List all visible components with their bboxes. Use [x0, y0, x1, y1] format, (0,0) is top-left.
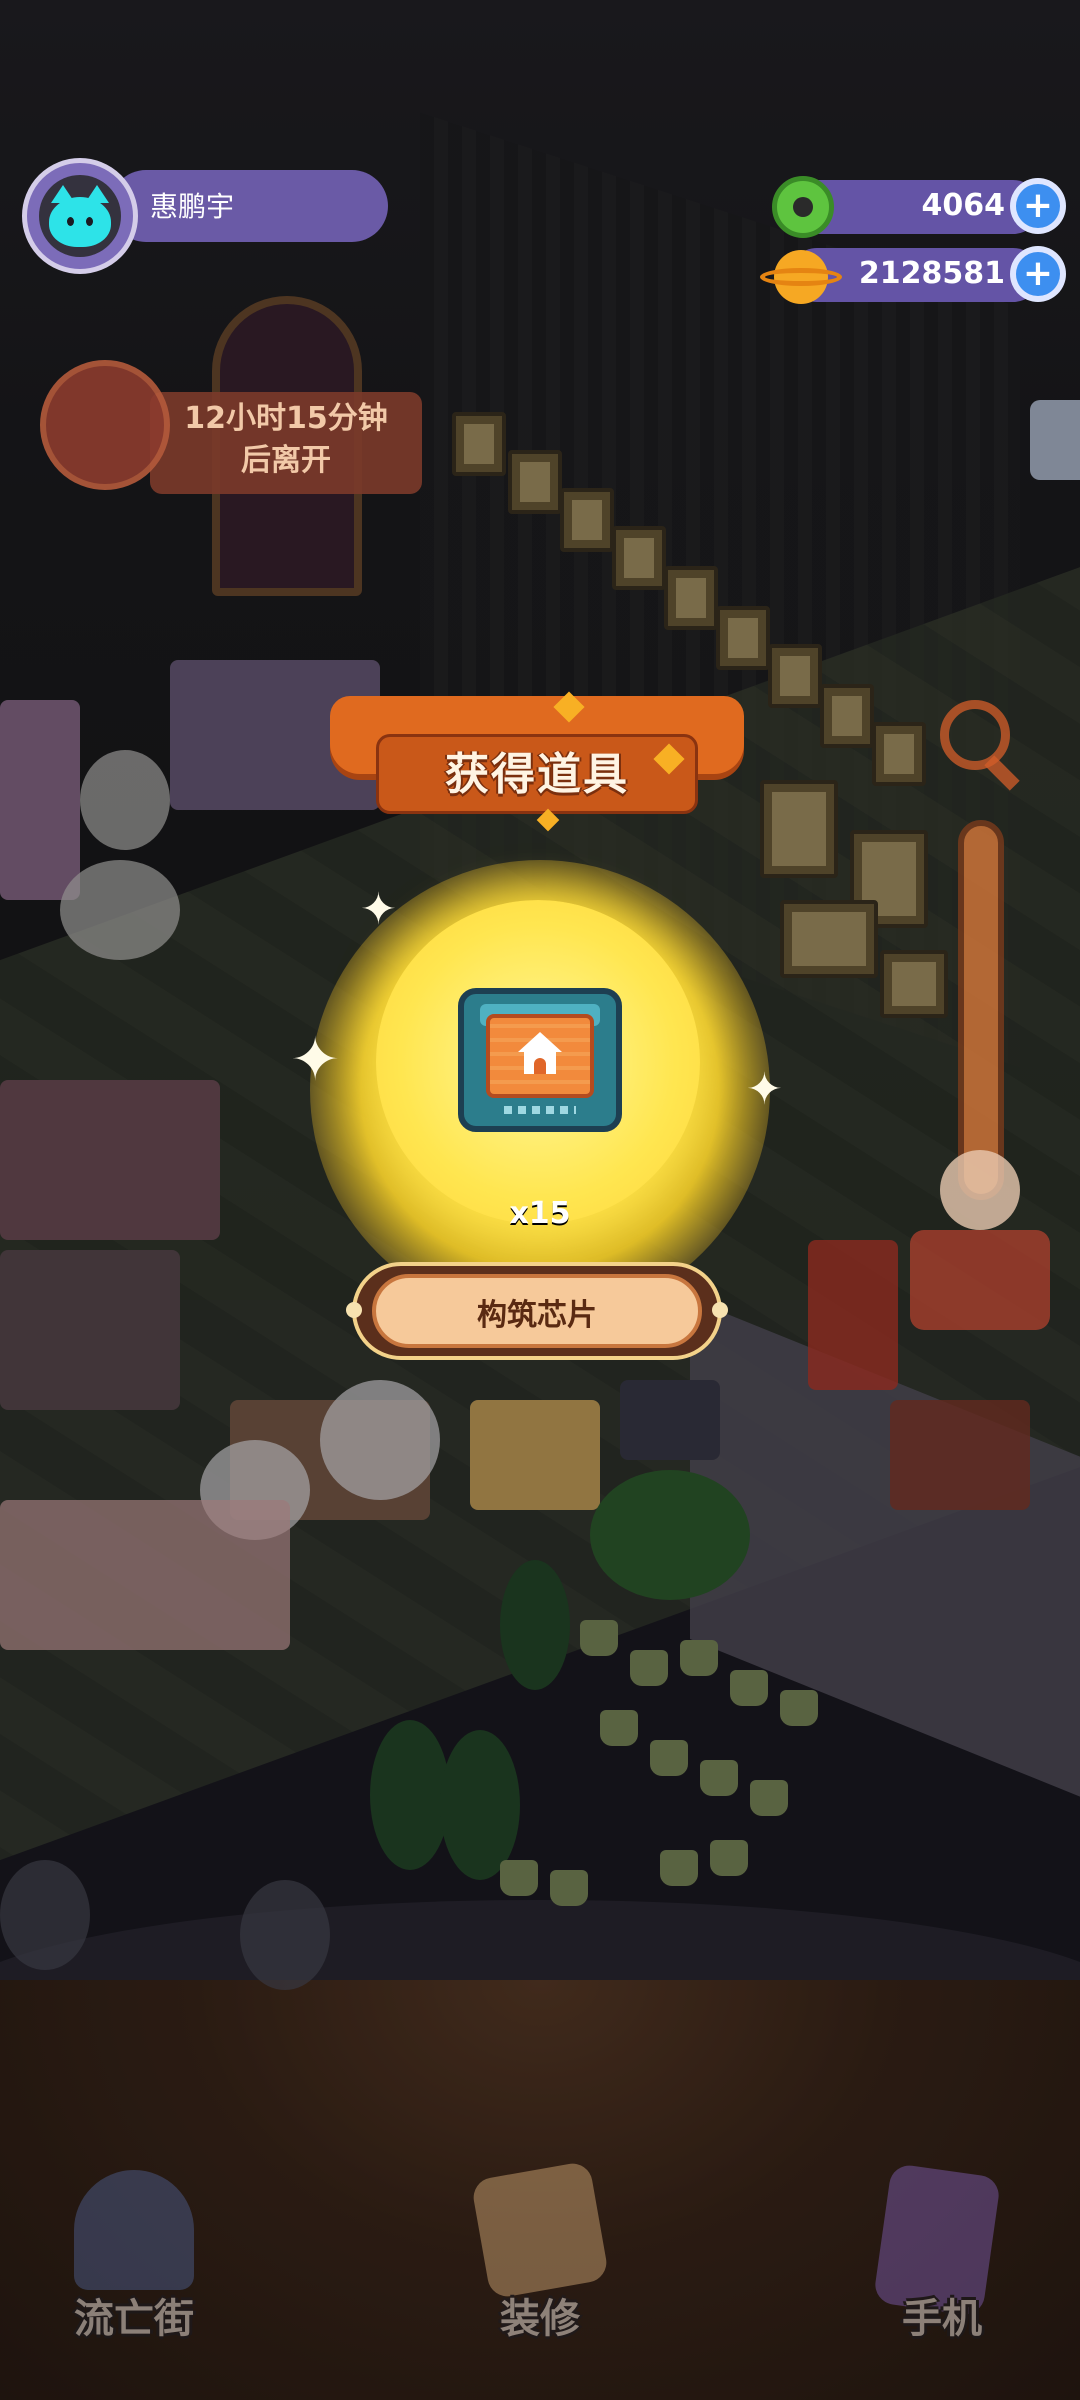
planet-ring [760, 268, 842, 286]
cat-eye [67, 217, 74, 226]
visitor-timer-text: 12小时15分钟 后离开 [150, 398, 422, 482]
nav-label: 装修 [500, 2296, 580, 2342]
zoom-slider[interactable] [958, 820, 1004, 1200]
search-icon[interactable] [940, 700, 1010, 770]
sparkle-icon: ✦ [290, 1025, 341, 1095]
nav-exile-street[interactable]: 流亡街 [34, 2170, 234, 2342]
add-donut-button[interactable]: + [1010, 178, 1066, 234]
add-planet-button[interactable]: + [1010, 246, 1066, 302]
sparkle-icon: ✦ [360, 884, 397, 935]
avatar-frame [39, 175, 121, 257]
street-portal-icon [74, 2170, 194, 2290]
nav-decorate[interactable]: 装修 [440, 2160, 640, 2342]
timer-line2: 后离开 [241, 443, 331, 478]
planet-currency-value: 2128581 [858, 256, 1005, 291]
donut-currency-value: 4064 [921, 188, 1006, 223]
nav-label: 手机 [902, 2296, 982, 2342]
avatar[interactable] [22, 158, 138, 274]
build-chip-icon [458, 988, 622, 1132]
house-icon [518, 1032, 562, 1074]
paw-icon[interactable] [940, 1150, 1020, 1230]
reward-title: 获得道具 [445, 749, 629, 800]
plus-icon: + [1016, 184, 1060, 228]
nav-phone[interactable]: 手机 [842, 2163, 1042, 2342]
timer-line1: 12小时15分钟 [184, 401, 388, 436]
player-name: 惠鹏宇 [150, 190, 235, 223]
cat-avatar-icon [49, 185, 111, 247]
nav-label: 流亡街 [74, 2296, 194, 2342]
chip-pins [504, 1106, 576, 1114]
frame-dot [346, 1302, 362, 1318]
chip-card [486, 1014, 594, 1098]
book-icon[interactable] [910, 1230, 1050, 1330]
frame-dot [712, 1302, 728, 1318]
item-name: 构筑芯片 [477, 1298, 597, 1333]
plus-icon: + [1016, 252, 1060, 296]
side-clip-icon[interactable] [1030, 400, 1080, 480]
donut-icon [772, 176, 834, 238]
reward-quantity: x15 [509, 1196, 571, 1231]
decorate-hammer-icon [470, 2160, 610, 2300]
sparkle-icon: ✦ [746, 1064, 783, 1115]
cat-eye [86, 217, 93, 226]
